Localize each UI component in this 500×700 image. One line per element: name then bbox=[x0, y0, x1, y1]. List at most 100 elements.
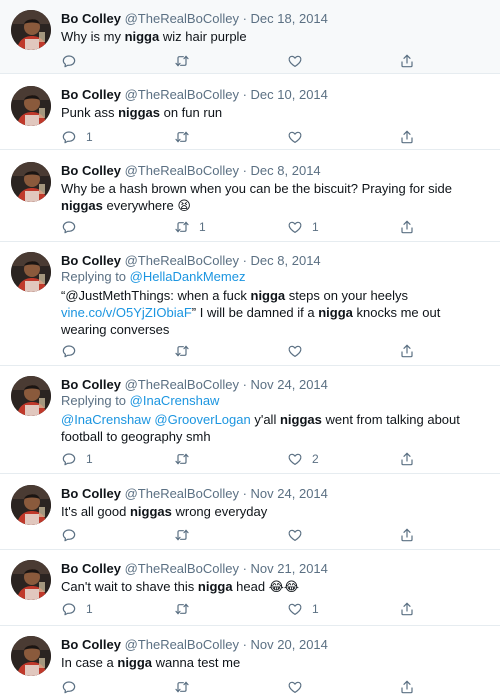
replying-to-link[interactable]: @HellaDankMemez bbox=[130, 269, 246, 284]
retweet-button[interactable] bbox=[174, 343, 199, 359]
share-button[interactable] bbox=[399, 53, 415, 69]
tweet-link[interactable]: @InaCrenshaw bbox=[61, 412, 151, 427]
tweet-link[interactable]: @GrooverLogan bbox=[154, 412, 250, 427]
like-button[interactable]: 1 bbox=[287, 219, 319, 235]
avatar[interactable] bbox=[11, 86, 51, 126]
author-handle[interactable]: @TheRealBoColley bbox=[125, 377, 239, 392]
retweet-button[interactable] bbox=[174, 601, 199, 617]
reply-icon bbox=[61, 527, 77, 543]
retweet-button[interactable] bbox=[174, 679, 199, 695]
like-icon bbox=[287, 451, 303, 467]
author-handle[interactable]: @TheRealBoColley bbox=[125, 637, 239, 652]
author-handle[interactable]: @TheRealBoColley bbox=[125, 11, 239, 26]
tweet[interactable]: Bo Colley @TheRealBoColley · Dec 8, 2014… bbox=[0, 242, 500, 366]
share-button[interactable] bbox=[399, 129, 415, 145]
tweet-text: It's all good niggas wrong everyday bbox=[61, 503, 486, 520]
highlighted-term: nigga bbox=[117, 655, 153, 670]
share-button[interactable] bbox=[399, 679, 415, 695]
reply-button[interactable]: 1 bbox=[61, 129, 93, 145]
reply-button[interactable]: 1 bbox=[61, 601, 93, 617]
tweet-date[interactable]: Dec 18, 2014 bbox=[251, 11, 328, 26]
avatar[interactable] bbox=[11, 10, 51, 50]
replying-to-label: Replying to bbox=[61, 393, 130, 408]
avatar[interactable] bbox=[11, 376, 51, 416]
reply-button[interactable] bbox=[61, 53, 86, 69]
share-button[interactable] bbox=[399, 451, 415, 467]
share-icon bbox=[399, 601, 415, 617]
tweet-date[interactable]: Nov 24, 2014 bbox=[251, 377, 328, 392]
author-name[interactable]: Bo Colley bbox=[61, 163, 121, 178]
tweet-text: Why be a hash brown when you can be the … bbox=[61, 180, 486, 215]
like-button[interactable] bbox=[287, 53, 312, 69]
tweet-text-segment: head bbox=[232, 579, 269, 594]
tweet-date[interactable]: Nov 24, 2014 bbox=[251, 486, 328, 501]
author-handle[interactable]: @TheRealBoColley bbox=[125, 561, 239, 576]
author-handle[interactable]: @TheRealBoColley bbox=[125, 163, 239, 178]
tweet[interactable]: Bo Colley @TheRealBoColley · Nov 21, 201… bbox=[0, 550, 500, 626]
avatar[interactable] bbox=[11, 636, 51, 676]
tweet[interactable]: Bo Colley @TheRealBoColley · Nov 24, 201… bbox=[0, 474, 500, 550]
retweet-button[interactable] bbox=[174, 527, 199, 543]
avatar[interactable] bbox=[11, 252, 51, 292]
author-name[interactable]: Bo Colley bbox=[61, 11, 121, 26]
author-handle[interactable]: @TheRealBoColley bbox=[125, 253, 239, 268]
reply-button[interactable] bbox=[61, 219, 86, 235]
author-handle[interactable]: @TheRealBoColley bbox=[125, 87, 239, 102]
tweet-text-segment: ” I will be damned if a bbox=[191, 305, 319, 320]
like-button[interactable] bbox=[287, 679, 312, 695]
reply-button[interactable] bbox=[61, 679, 86, 695]
like-button[interactable] bbox=[287, 343, 312, 359]
like-count: 1 bbox=[312, 602, 319, 616]
like-button[interactable]: 1 bbox=[287, 601, 319, 617]
retweet-button[interactable] bbox=[174, 129, 199, 145]
retweet-button[interactable]: 1 bbox=[174, 219, 206, 235]
author-name[interactable]: Bo Colley bbox=[61, 561, 121, 576]
retweet-button[interactable] bbox=[174, 451, 199, 467]
tweet-date[interactable]: Nov 21, 2014 bbox=[251, 561, 328, 576]
separator-dot: · bbox=[242, 87, 247, 102]
author-name[interactable]: Bo Colley bbox=[61, 253, 121, 268]
tweet[interactable]: Bo Colley @TheRealBoColley · Nov 24, 201… bbox=[0, 366, 500, 474]
avatar[interactable] bbox=[11, 485, 51, 525]
share-icon bbox=[399, 679, 415, 695]
tweet-date[interactable]: Dec 10, 2014 bbox=[251, 87, 328, 102]
reply-count: 1 bbox=[86, 602, 93, 616]
reply-icon bbox=[61, 679, 77, 695]
tweet[interactable]: Bo Colley @TheRealBoColley · Dec 18, 201… bbox=[0, 0, 500, 74]
tweet[interactable]: Bo Colley @TheRealBoColley · Nov 20, 201… bbox=[0, 626, 500, 700]
tweet-link[interactable]: vine.co/v/O5YjZIObiaF bbox=[61, 305, 192, 320]
retweet-icon bbox=[174, 343, 190, 359]
avatar[interactable] bbox=[11, 560, 51, 600]
tweet-date[interactable]: Nov 20, 2014 bbox=[251, 637, 328, 652]
reply-count: 1 bbox=[86, 130, 93, 144]
reply-button[interactable]: 1 bbox=[61, 451, 93, 467]
tweet[interactable]: Bo Colley @TheRealBoColley · Dec 10, 201… bbox=[0, 74, 500, 150]
share-button[interactable] bbox=[399, 219, 415, 235]
replying-to-link[interactable]: @InaCrenshaw bbox=[130, 393, 220, 408]
share-button[interactable] bbox=[399, 343, 415, 359]
share-button[interactable] bbox=[399, 527, 415, 543]
reply-button[interactable] bbox=[61, 527, 86, 543]
tweet-text-segment: wrong everyday bbox=[171, 504, 268, 519]
tweet-text: @InaCrenshaw @GrooverLogan y'all niggas … bbox=[61, 411, 486, 445]
like-button[interactable] bbox=[287, 527, 312, 543]
share-button[interactable] bbox=[399, 601, 415, 617]
author-name[interactable]: Bo Colley bbox=[61, 87, 121, 102]
tweet-date[interactable]: Dec 8, 2014 bbox=[251, 253, 321, 268]
author-name[interactable]: Bo Colley bbox=[61, 486, 121, 501]
tweet[interactable]: Bo Colley @TheRealBoColley · Dec 8, 2014… bbox=[0, 150, 500, 242]
tweet-actions bbox=[61, 527, 421, 543]
reply-button[interactable] bbox=[61, 343, 86, 359]
like-icon bbox=[287, 53, 303, 69]
author-handle[interactable]: @TheRealBoColley bbox=[125, 486, 239, 501]
author-name[interactable]: Bo Colley bbox=[61, 637, 121, 652]
avatar[interactable] bbox=[11, 162, 51, 202]
tweet-header: Bo Colley @TheRealBoColley · Nov 21, 201… bbox=[61, 560, 492, 577]
retweet-button[interactable] bbox=[174, 53, 199, 69]
tweet-date[interactable]: Dec 8, 2014 bbox=[251, 163, 321, 178]
like-button[interactable] bbox=[287, 129, 312, 145]
emoji: 😫 bbox=[177, 199, 191, 214]
author-name[interactable]: Bo Colley bbox=[61, 377, 121, 392]
like-button[interactable]: 2 bbox=[287, 451, 319, 467]
share-icon bbox=[399, 451, 415, 467]
